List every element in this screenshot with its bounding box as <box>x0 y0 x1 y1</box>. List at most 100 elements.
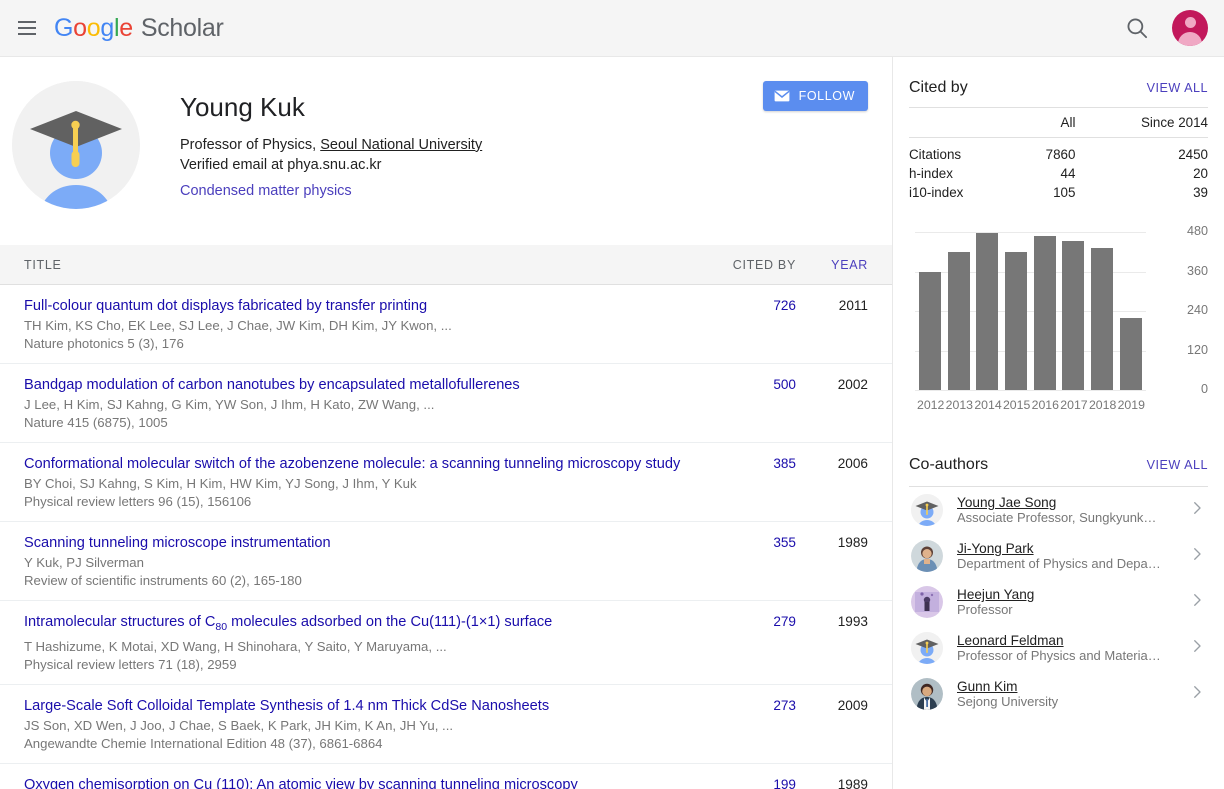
chart-bar-column[interactable] <box>946 228 972 390</box>
chevron-right-icon[interactable] <box>1186 683 1208 706</box>
article-year: 1993 <box>837 614 868 629</box>
article-title-link[interactable]: Full-colour quantum dot displays fabrica… <box>24 297 690 316</box>
coauthor-name-link[interactable]: Young Jae Song <box>957 495 1186 510</box>
table-row: Intramolecular structures of C80 molecul… <box>0 601 892 685</box>
affiliation-link[interactable]: Seoul National University <box>320 137 482 153</box>
chart-bar[interactable] <box>1005 251 1028 390</box>
article-main: Full-colour quantum dot displays fabrica… <box>24 297 704 353</box>
chart-y-tick-label: 240 <box>1186 303 1208 317</box>
chevron-right-icon[interactable] <box>1186 499 1208 522</box>
chart-bar[interactable] <box>1119 317 1142 390</box>
chart-bar-column[interactable] <box>917 228 943 390</box>
metric-since-value: 39 <box>1075 183 1208 202</box>
user-avatar-icon[interactable] <box>1172 10 1208 46</box>
profile-section: Young Kuk Professor of Physics, Seoul Na… <box>0 57 892 209</box>
list-item[interactable]: Heejun Yang Professor <box>909 579 1208 625</box>
chevron-right-icon[interactable] <box>1186 591 1208 614</box>
coauthors-view-all-link[interactable]: VIEW ALL <box>1147 458 1208 472</box>
article-venue: Physical review letters 96 (15), 156106 <box>24 494 252 509</box>
chart-bar-column[interactable] <box>1060 228 1086 390</box>
chart-y-tick-label: 120 <box>1186 342 1208 357</box>
article-title-link[interactable]: Scanning tunneling microscope instrument… <box>24 534 690 553</box>
article-main: Large-Scale Soft Colloidal Template Synt… <box>24 697 704 753</box>
hamburger-menu-icon[interactable] <box>10 11 44 45</box>
article-cited-by-link[interactable]: 279 <box>773 614 796 629</box>
article-year: 2002 <box>837 377 868 392</box>
list-item[interactable]: Ji-Yong Park Department of Physics and De… <box>909 533 1208 579</box>
coauthor-name-link[interactable]: Gunn Kim <box>957 679 1186 694</box>
avatar[interactable] <box>911 586 943 618</box>
chart-bar[interactable] <box>1062 241 1085 390</box>
coauthor-text: Heejun Yang Professor <box>957 587 1186 617</box>
article-cited-by-link[interactable]: 355 <box>773 535 796 550</box>
coauthor-name-link[interactable]: Heejun Yang <box>957 587 1186 602</box>
chart-bar[interactable] <box>976 232 999 390</box>
metric-since-link[interactable]: 20 <box>1193 166 1208 181</box>
coauthor-name-link[interactable]: Ji-Yong Park <box>957 541 1186 556</box>
article-cited-by-link[interactable]: 500 <box>773 377 796 392</box>
google-scholar-logo[interactable]: Google Scholar <box>54 14 224 43</box>
metric-all-link[interactable]: 105 <box>1053 185 1075 200</box>
follow-button[interactable]: FOLLOW <box>762 81 868 111</box>
metric-all-link[interactable]: 44 <box>1061 166 1076 181</box>
chevron-right-icon[interactable] <box>1186 637 1208 660</box>
coauthor-affiliation: Professor of Physics and Materia… <box>957 648 1161 663</box>
chart-x-tick-label: 2015 <box>1002 398 1031 412</box>
interest-link-condensed-matter-physics[interactable]: Condensed matter physics <box>180 183 352 199</box>
list-item[interactable]: Gunn Kim Sejong University <box>909 671 1208 717</box>
article-main: Conformational molecular switch of the a… <box>24 455 704 511</box>
article-title-link[interactable]: Bandgap modulation of carbon nanotubes b… <box>24 376 690 395</box>
metric-since-link[interactable]: 2450 <box>1178 147 1208 162</box>
column-header-year[interactable]: YEAR <box>796 258 868 272</box>
chart-plot-area: 480 360 240 120 0 2012 2013 2014 2015 2016 2017 20… <box>909 224 1208 412</box>
list-item[interactable]: Young Jae Song Associate Professor, Sungk… <box>909 487 1208 533</box>
article-cited-by-link[interactable]: 726 <box>773 298 796 313</box>
chart-bar-column[interactable] <box>1118 228 1144 390</box>
chart-bar-column[interactable] <box>1032 228 1058 390</box>
metric-all-link[interactable]: 7860 <box>1046 147 1076 162</box>
coauthor-name-link[interactable]: Leonard Feldman <box>957 633 1186 648</box>
article-title-link[interactable]: Intramolecular structures of C80 molecul… <box>24 613 690 637</box>
avatar[interactable] <box>911 678 943 710</box>
article-main: Intramolecular structures of C80 molecul… <box>24 613 704 674</box>
chart-bar-column[interactable] <box>1003 228 1029 390</box>
avatar[interactable] <box>911 632 943 664</box>
chart-bar[interactable] <box>919 272 942 390</box>
articles-table-header: TITLE CITED BY YEAR <box>0 245 892 285</box>
chart-x-tick-label: 2018 <box>1088 398 1117 412</box>
article-main: Scanning tunneling microscope instrument… <box>24 534 704 590</box>
chart-bar-column[interactable] <box>1089 228 1115 390</box>
column-header-cited-by[interactable]: CITED BY <box>704 258 796 272</box>
metric-since-link[interactable]: 39 <box>1193 185 1208 200</box>
avatar[interactable] <box>911 540 943 572</box>
article-cited-by-link[interactable]: 273 <box>773 698 796 713</box>
graduation-cap-avatar[interactable] <box>12 81 140 209</box>
chart-x-tick-label: 2019 <box>1117 398 1145 412</box>
article-title-link[interactable]: Conformational molecular switch of the a… <box>24 455 690 474</box>
coauthors-section: Co-authors VIEW ALL Young Jae Song Associ… <box>909 434 1208 717</box>
table-row: Oxygen chemisorption on Cu (110): An ato… <box>0 764 892 789</box>
chart-bar-column[interactable] <box>974 228 1000 390</box>
chart-y-tick-label: 480 <box>1186 224 1208 238</box>
article-cited-by-link[interactable]: 385 <box>773 456 796 471</box>
scholar-wordmark: Scholar <box>140 13 224 42</box>
chart-bar[interactable] <box>947 251 970 390</box>
chevron-right-icon[interactable] <box>1186 545 1208 568</box>
chart-bar[interactable] <box>1091 247 1114 390</box>
article-cited-by: 355 <box>704 534 796 590</box>
cited-by-view-all-link[interactable]: VIEW ALL <box>1147 81 1208 95</box>
coauthor-affiliation: Professor <box>957 602 1013 617</box>
article-cited-by-link[interactable]: 199 <box>773 777 796 789</box>
chart-bar[interactable] <box>1033 235 1056 390</box>
search-icon[interactable] <box>1124 15 1150 41</box>
coauthors-list: Young Jae Song Associate Professor, Sungk… <box>909 487 1208 717</box>
article-title-link[interactable]: Oxygen chemisorption on Cu (110): An ato… <box>24 776 690 789</box>
research-interests: Condensed matter physics <box>180 183 868 199</box>
article-title-link[interactable]: Large-Scale Soft Colloidal Template Synt… <box>24 697 690 716</box>
app-header: Google Scholar <box>0 0 1224 57</box>
list-item[interactable]: Leonard Feldman Professor of Physics and … <box>909 625 1208 671</box>
article-year: 2006 <box>837 456 868 471</box>
article-authors: Y Kuk, PJ Silverman <box>24 555 144 570</box>
chart-x-axis-labels: 2012 2013 2014 2015 2016 2017 2018 2019 <box>917 398 1145 412</box>
avatar[interactable] <box>911 494 943 526</box>
